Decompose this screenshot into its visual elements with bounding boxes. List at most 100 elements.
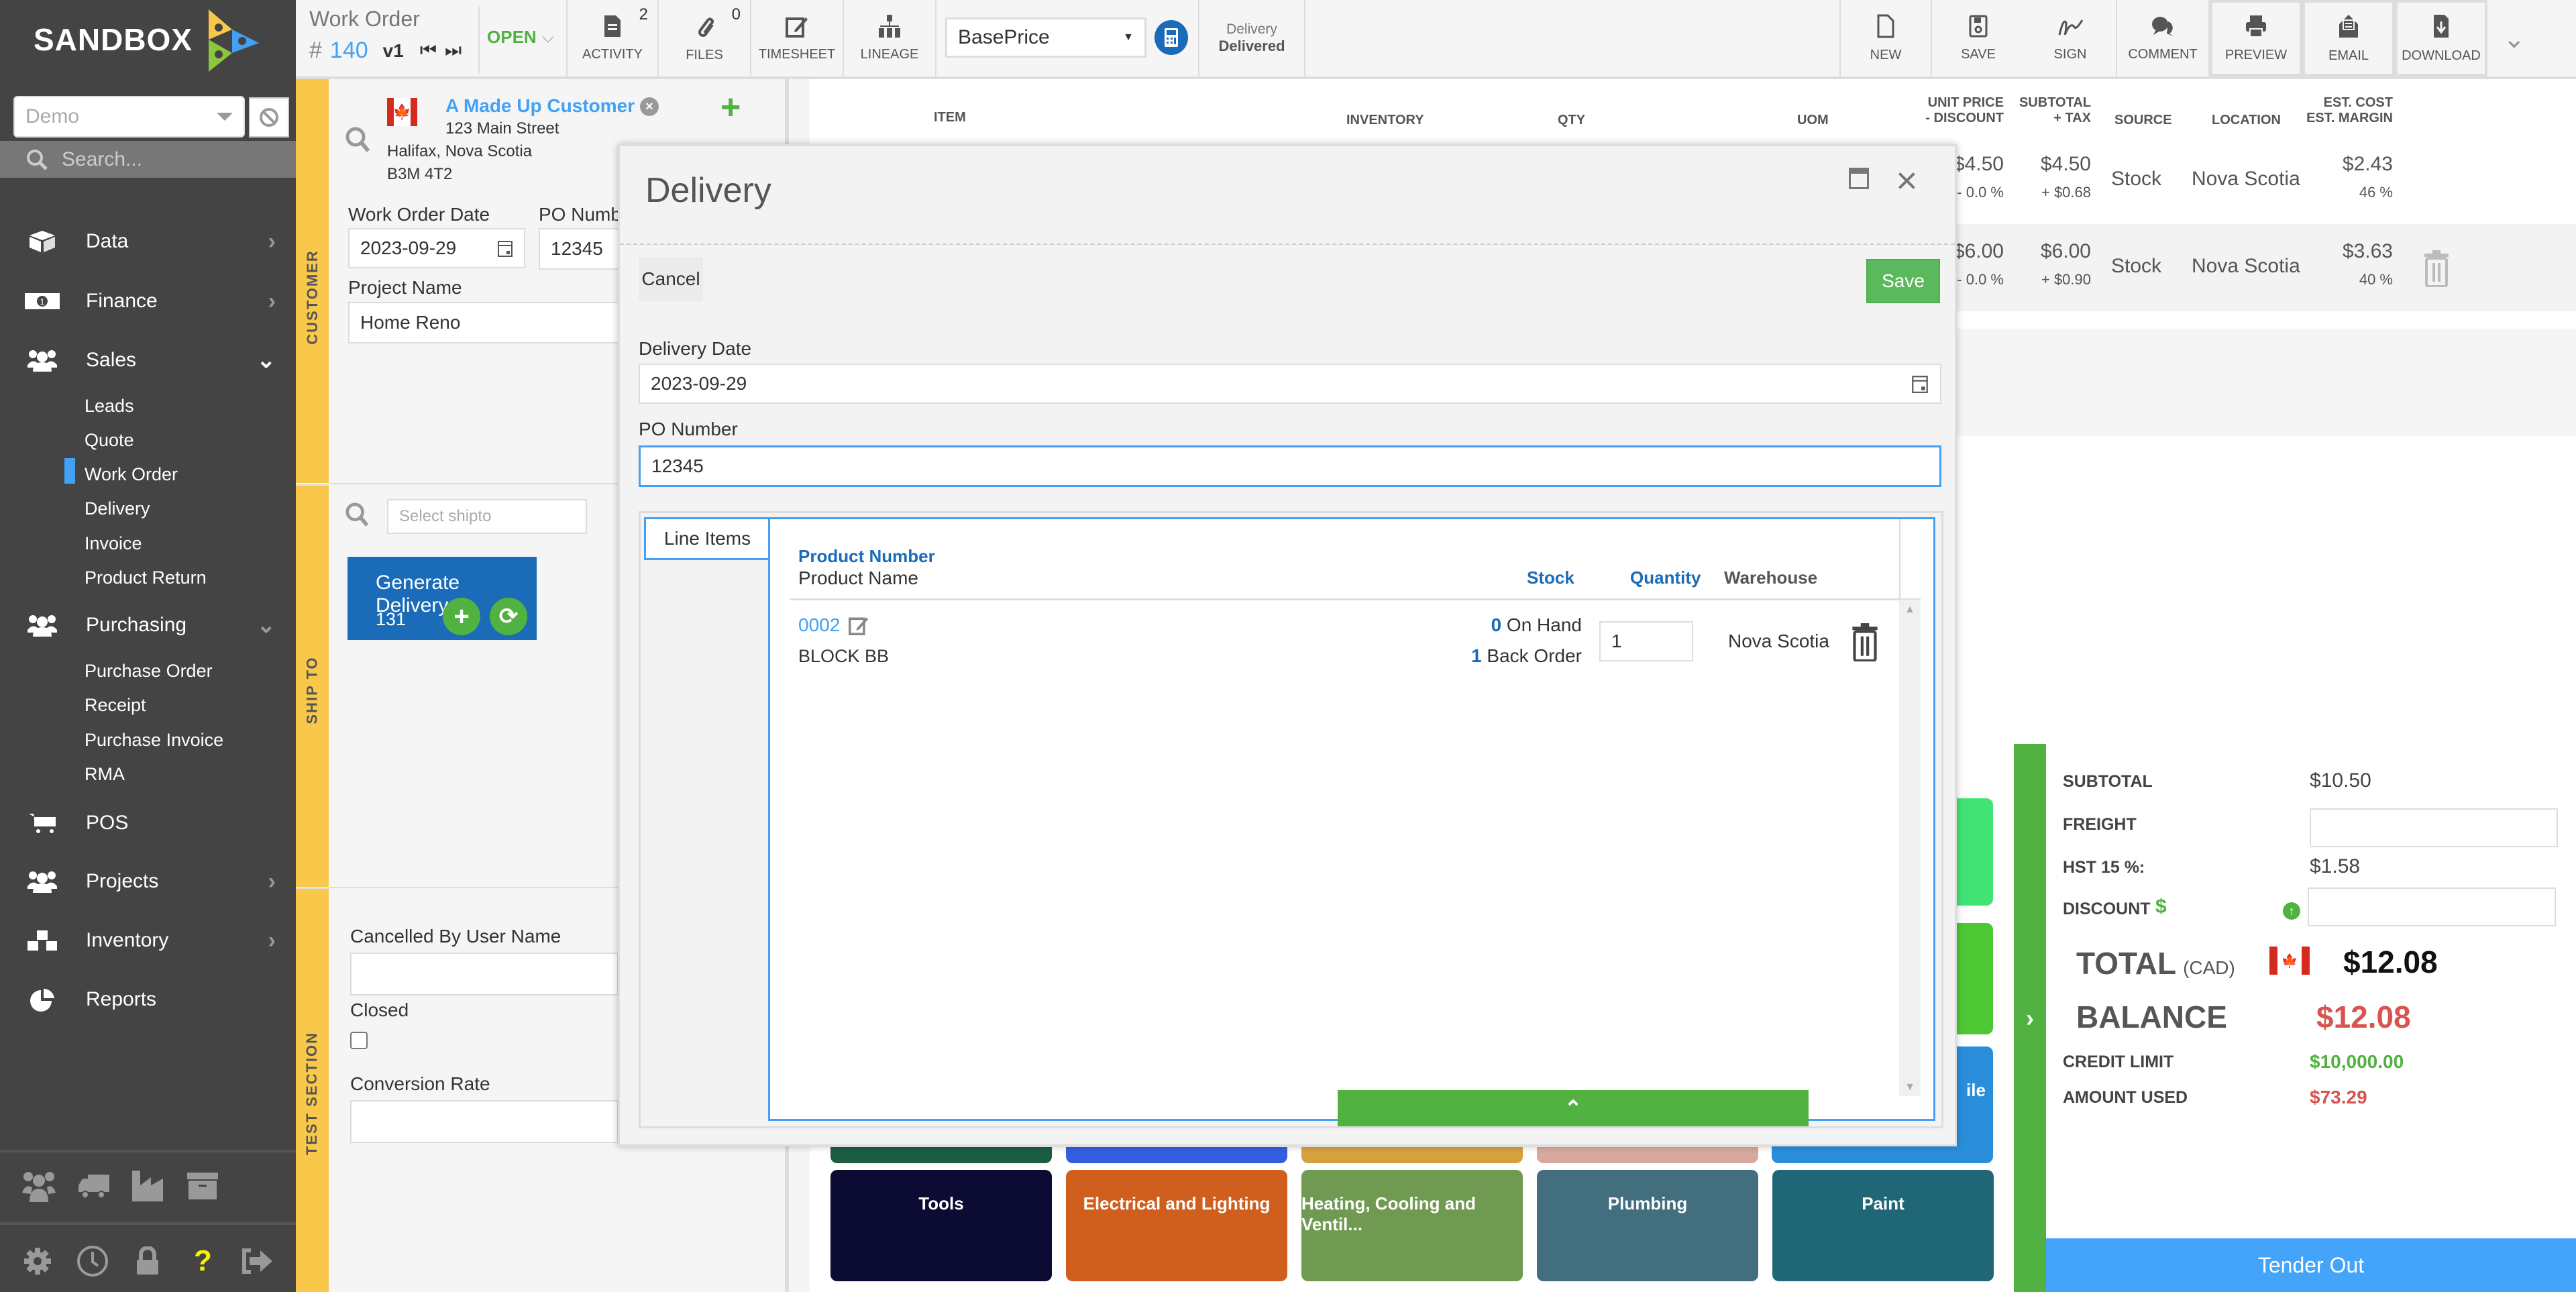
collapse-button[interactable]: ⌃ bbox=[1338, 1090, 1809, 1126]
deliveries-shortcut[interactable] bbox=[74, 1167, 114, 1204]
manufacturing-shortcut[interactable] bbox=[127, 1167, 168, 1204]
add-delivery-button[interactable]: + bbox=[443, 598, 480, 635]
status-dropdown[interactable]: OPEN ⌵ bbox=[487, 27, 554, 48]
shipto-search-icon[interactable] bbox=[345, 502, 369, 531]
activity-button[interactable]: 2 ACTIVITY bbox=[566, 0, 659, 76]
lineage-button[interactable]: LINEAGE bbox=[844, 0, 936, 76]
scroll-down-icon[interactable]: ▼ bbox=[1899, 1081, 1921, 1093]
sidebar-subitem-leads[interactable]: Leads bbox=[85, 396, 134, 417]
closed-checkbox[interactable] bbox=[350, 1032, 368, 1049]
work-order-date-input[interactable]: 2023-09-29 bbox=[348, 228, 525, 268]
more-chevron-icon[interactable]: ⌄ bbox=[2503, 23, 2526, 54]
logo[interactable]: SANDBOX bbox=[0, 0, 296, 79]
customers-shortcut[interactable] bbox=[19, 1167, 59, 1204]
quantity-input[interactable]: 1 bbox=[1599, 621, 1693, 661]
sidebar-subitem-product-return[interactable]: Product Return bbox=[85, 568, 207, 588]
tab-line-items[interactable]: Line Items bbox=[644, 517, 769, 560]
calculator-button[interactable] bbox=[1155, 20, 1188, 55]
comment-button[interactable]: COMMENT bbox=[2117, 0, 2210, 76]
sidebar-item-purchasing[interactable]: Purchasing ⌄ bbox=[0, 602, 296, 649]
customer-name-link[interactable]: A Made Up Customer bbox=[445, 95, 635, 117]
settings-button[interactable] bbox=[19, 1242, 56, 1279]
discount-type-toggle[interactable]: $ bbox=[2155, 896, 2167, 918]
sidebar-subitem-delivery[interactable]: Delivery bbox=[85, 498, 150, 519]
delivery-status[interactable]: Delivery Delivered bbox=[1198, 0, 1305, 76]
category-tile-paint[interactable]: Paint bbox=[1772, 1170, 1994, 1281]
files-button[interactable]: 0 FILES bbox=[659, 0, 751, 76]
sidebar-subitem-rma[interactable]: RMA bbox=[85, 764, 125, 785]
sidebar-item-inventory[interactable]: Inventory › bbox=[0, 917, 296, 964]
sidebar-subitem-purchase-order[interactable]: Purchase Order bbox=[85, 661, 213, 682]
email-button[interactable]: EMAIL bbox=[2302, 0, 2395, 76]
freight-input[interactable] bbox=[2310, 808, 2558, 847]
price-list-select[interactable]: BasePrice ▼ bbox=[945, 17, 1146, 58]
summary-collapse-toggle[interactable]: › bbox=[2014, 744, 2046, 1292]
delete-row-icon[interactable] bbox=[2423, 250, 2450, 287]
maximize-icon[interactable] bbox=[1849, 168, 1869, 189]
category-tile[interactable] bbox=[1301, 1147, 1523, 1163]
tender-out-button[interactable]: Tender Out bbox=[2046, 1238, 2576, 1292]
company-select[interactable]: Demo bbox=[13, 96, 245, 138]
discount-input[interactable] bbox=[2308, 887, 2556, 926]
sidebar-subitem-quote[interactable]: Quote bbox=[85, 430, 134, 451]
sidebar-subitem-receipt[interactable]: Receipt bbox=[85, 695, 146, 716]
sidebar-search[interactable]: Search... bbox=[0, 141, 296, 178]
timesheet-button[interactable]: TIMESHEET bbox=[751, 0, 844, 76]
last-record-icon[interactable]: ⏭ bbox=[445, 40, 462, 62]
clear-customer-icon[interactable]: × bbox=[640, 97, 659, 116]
delivery-date-input[interactable]: 2023-09-29 bbox=[639, 364, 1941, 404]
lock-button[interactable] bbox=[129, 1242, 166, 1279]
category-tile[interactable] bbox=[1537, 1147, 1758, 1163]
close-icon[interactable]: × bbox=[1896, 158, 1918, 202]
apply-discount-icon[interactable]: ↑ bbox=[2283, 902, 2300, 920]
sidebar-item-pos[interactable]: POS bbox=[0, 800, 296, 847]
scrollbar[interactable]: ▲ ▼ bbox=[1899, 600, 1921, 1096]
edit-icon[interactable] bbox=[848, 615, 869, 635]
refresh-delivery-button[interactable]: ⟳ bbox=[490, 598, 527, 635]
column-header-stock[interactable]: Stock bbox=[1527, 568, 1574, 588]
category-tile-tools[interactable]: Tools bbox=[830, 1170, 1052, 1281]
archive-shortcut[interactable] bbox=[182, 1167, 223, 1204]
section-tab-test[interactable]: TEST SECTION bbox=[296, 887, 329, 1292]
customer-search-icon[interactable] bbox=[345, 126, 370, 156]
conversion-rate-input[interactable] bbox=[350, 1100, 619, 1143]
new-button[interactable]: NEW bbox=[1839, 0, 1932, 76]
logout-button[interactable] bbox=[238, 1242, 275, 1279]
save-button[interactable]: SAVE bbox=[1932, 0, 2025, 76]
po-number-input[interactable]: 12345 bbox=[639, 445, 1941, 487]
sidebar-item-sales[interactable]: Sales ⌄ bbox=[0, 337, 296, 384]
column-header-quantity[interactable]: Quantity bbox=[1630, 568, 1701, 588]
product-number-link[interactable]: 0002 bbox=[798, 614, 869, 636]
category-tile[interactable] bbox=[830, 1147, 1052, 1163]
cancelled-by-input[interactable] bbox=[350, 953, 619, 995]
cancel-button[interactable]: Cancel bbox=[639, 257, 703, 301]
scroll-up-icon[interactable]: ▲ bbox=[1899, 604, 1921, 616]
sidebar-item-projects[interactable]: Projects › bbox=[0, 858, 296, 905]
category-tile-electrical[interactable]: Electrical and Lighting bbox=[1066, 1170, 1287, 1281]
delete-line-icon[interactable] bbox=[1850, 623, 1880, 661]
category-tile-hvac[interactable]: Heating, Cooling and Ventil... bbox=[1301, 1170, 1523, 1281]
sidebar-subitem-invoice[interactable]: Invoice bbox=[85, 533, 142, 554]
sidebar-subitem-purchase-invoice[interactable]: Purchase Invoice bbox=[85, 730, 223, 751]
sidebar-item-data[interactable]: Data › bbox=[0, 218, 296, 265]
category-tile-plumbing[interactable]: Plumbing bbox=[1537, 1170, 1758, 1281]
column-header-product-number[interactable]: Product Number bbox=[798, 546, 935, 567]
generate-delivery-card[interactable]: Generate Delivery 131 + ⟳ bbox=[347, 557, 537, 640]
clear-company-button[interactable] bbox=[249, 97, 289, 138]
add-customer-icon[interactable]: + bbox=[720, 87, 741, 127]
sidebar-subitem-work-order[interactable]: Work Order bbox=[85, 464, 178, 485]
sidebar-item-finance[interactable]: 1 Finance › bbox=[0, 278, 296, 325]
section-tab-customer[interactable]: CUSTOMER bbox=[296, 79, 329, 483]
help-icon[interactable]: ? bbox=[184, 1242, 221, 1279]
save-button[interactable]: Save bbox=[1866, 259, 1940, 303]
shipto-select[interactable]: Select shipto bbox=[387, 499, 587, 534]
preview-button[interactable]: PREVIEW bbox=[2210, 0, 2302, 76]
section-tab-ship-to[interactable]: SHIP TO bbox=[296, 484, 329, 887]
first-record-icon[interactable]: ⏮ bbox=[420, 40, 437, 62]
project-name-input[interactable]: Home Reno bbox=[348, 302, 643, 343]
download-button[interactable]: DOWNLOAD bbox=[2395, 0, 2487, 76]
category-tile[interactable] bbox=[1066, 1147, 1287, 1163]
sidebar-item-reports[interactable]: Reports bbox=[0, 976, 296, 1023]
history-button[interactable] bbox=[74, 1242, 111, 1279]
sign-button[interactable]: SIGN bbox=[2025, 0, 2117, 76]
